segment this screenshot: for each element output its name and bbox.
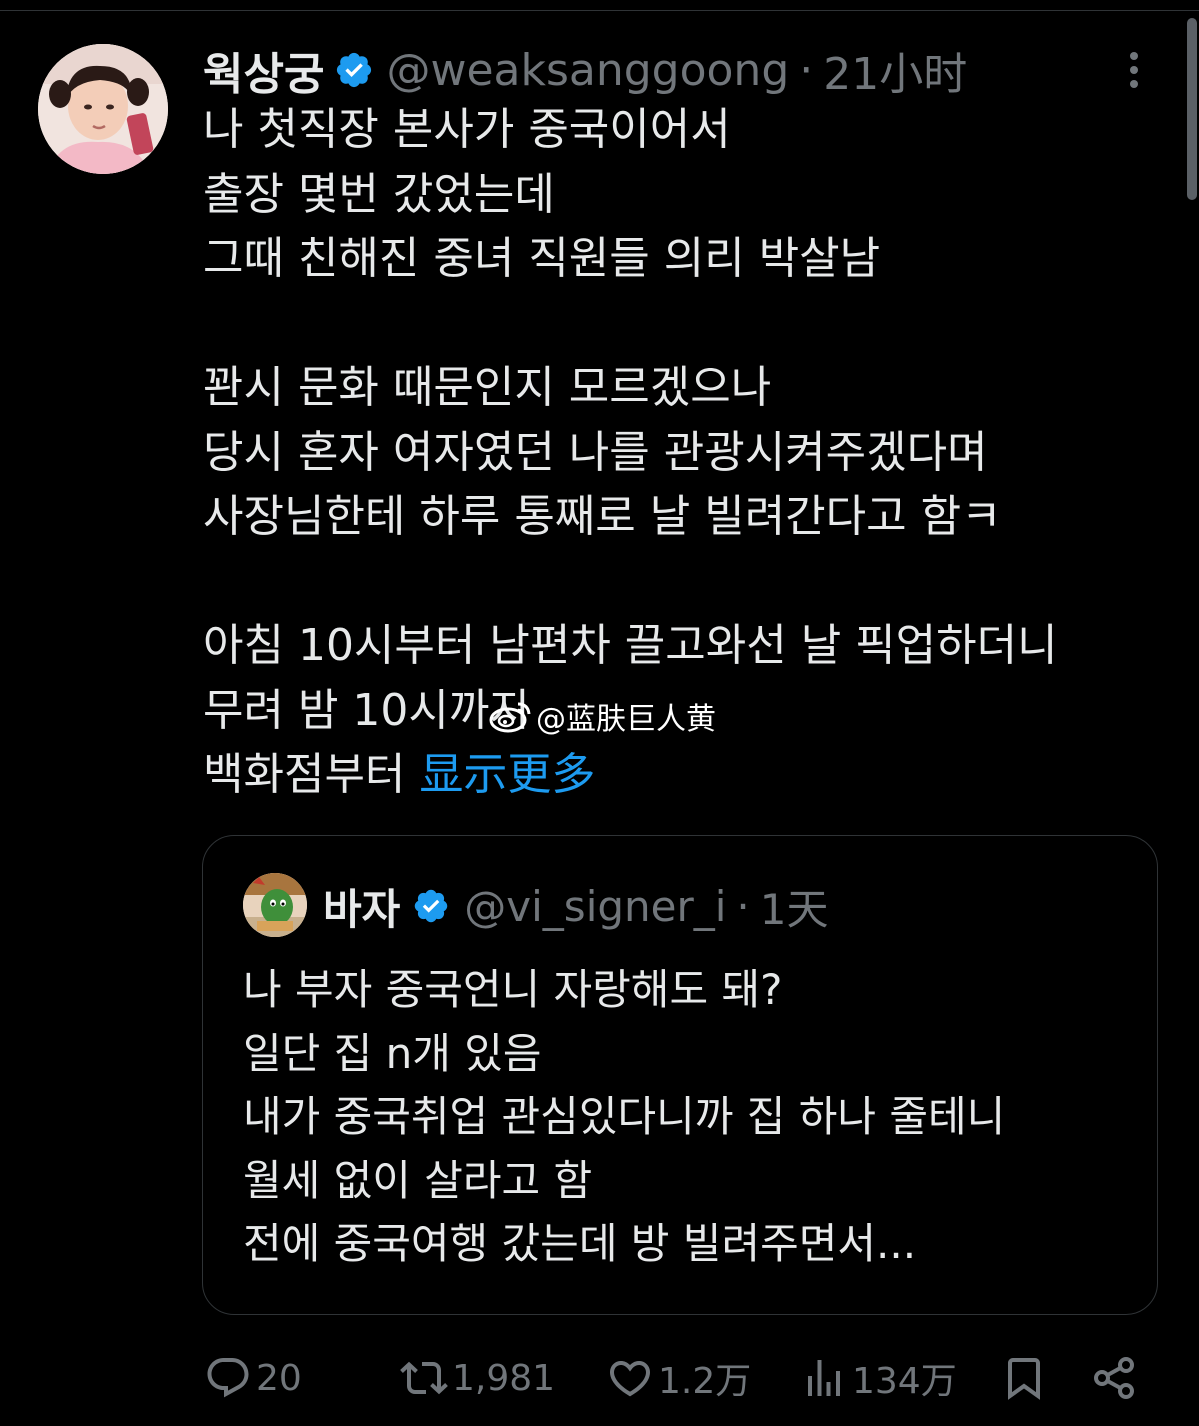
tweet-timestamp[interactable]: 21小时 <box>823 38 967 102</box>
weibo-logo-icon <box>489 702 531 733</box>
tweet-action-bar: 20 1,981 1.2万 134万 <box>0 1345 1199 1411</box>
bookmark-icon <box>1008 1358 1040 1400</box>
like-count: 1.2万 <box>658 1361 752 1402</box>
quote-timestamp[interactable]: 1天 <box>760 876 829 937</box>
quote-text-line: 내가 중국취업 관심있다니까 집 하나 줄테니 <box>243 1092 1006 1141</box>
reply-icon <box>207 1358 249 1398</box>
like-button[interactable]: 1.2万 <box>606 1345 751 1411</box>
quote-author-display-name[interactable]: 바자 <box>323 876 400 937</box>
retweet-icon <box>400 1361 448 1395</box>
tweet-header: 웍상궁 @weaksanggoong · 21小时 <box>203 38 967 102</box>
author-display-name[interactable]: 웍상궁 <box>203 38 324 102</box>
tweet-text-line: 사장님한테 하루 통째로 날 빌려간다고 함ㅋ <box>203 491 1002 542</box>
header-separator: · <box>799 44 814 96</box>
share-button[interactable] <box>1090 1345 1138 1411</box>
quote-text-line: 일단 집 n개 있음 <box>243 1028 542 1078</box>
tweet-text-blank-line <box>203 550 1153 615</box>
quote-text: 나 부자 중국언니 자랑해도 돼? 일단 집 n개 있음 내가 중국취업 관심있… <box>243 958 1005 1276</box>
watermark: @蓝肤巨人黄 <box>488 694 716 738</box>
verified-badge-icon[interactable] <box>334 50 374 90</box>
share-icon <box>1094 1357 1134 1399</box>
reply-button[interactable]: 20 <box>204 1345 302 1411</box>
retweet-button[interactable]: 1,981 <box>400 1345 555 1411</box>
quote-author-avatar[interactable] <box>243 873 307 937</box>
tweet-text-line: 나 첫직장 본사가 중국이어서 <box>203 104 731 155</box>
quote-text-line: 월세 없이 살라고 함 <box>243 1155 593 1205</box>
tweet-text-line: 당시 혼자 여자였던 나를 관광시켜주겠다며 <box>203 426 988 478</box>
verified-badge-icon[interactable] <box>412 887 450 925</box>
tweet-text-line: 꽌시 문화 때문인지 모르겠으나 <box>203 362 772 413</box>
scrollbar[interactable] <box>1187 18 1197 200</box>
top-divider <box>0 10 1199 11</box>
show-more-link[interactable]: 显示更多 <box>419 749 595 800</box>
tweet-text-line: 백화점부터 <box>203 749 406 800</box>
tweet-text-blank-line <box>203 292 1153 357</box>
more-options-button[interactable] <box>1112 48 1156 92</box>
reply-count: 20 <box>256 1357 302 1399</box>
tweet-text-line: 그때 친해진 중녀 직원들 의리 박살남 <box>203 233 881 284</box>
heart-icon <box>609 1361 651 1397</box>
quote-text-line: 나 부자 중국언니 자랑해도 돼? <box>243 965 783 1014</box>
tweet-text-line: 아침 10시부터 남편차 끌고와선 날 픽업하더니 <box>203 620 1058 671</box>
views-count: 134万 <box>852 1361 957 1402</box>
author-handle[interactable]: @weaksanggoong <box>386 45 789 96</box>
quote-text-line: 전에 중국여행 갔는데 방 빌려주면서... <box>243 1219 917 1268</box>
retweet-count: 1,981 <box>452 1357 556 1399</box>
views-button[interactable]: 134万 <box>800 1345 957 1411</box>
quote-author-handle[interactable]: @vi_signer_i <box>464 882 726 931</box>
quoted-tweet[interactable]: 바자 @vi_signer_i · 1天 나 부자 중국언니 자랑해도 돼? 일… <box>202 835 1158 1315</box>
author-avatar[interactable] <box>38 44 168 174</box>
bookmark-button[interactable] <box>1000 1345 1048 1411</box>
watermark-text: @蓝肤巨人黄 <box>536 702 716 737</box>
tweet-text-last-line: 백화점부터 显示更多 <box>203 743 1153 808</box>
tweet-text-line: 출장 몇번 갔었는데 <box>203 168 555 220</box>
more-dots-icon <box>1130 52 1138 88</box>
quote-header: 바자 @vi_signer_i · 1天 <box>323 876 829 936</box>
quote-header-separator: · <box>736 881 750 931</box>
views-icon <box>808 1360 840 1396</box>
